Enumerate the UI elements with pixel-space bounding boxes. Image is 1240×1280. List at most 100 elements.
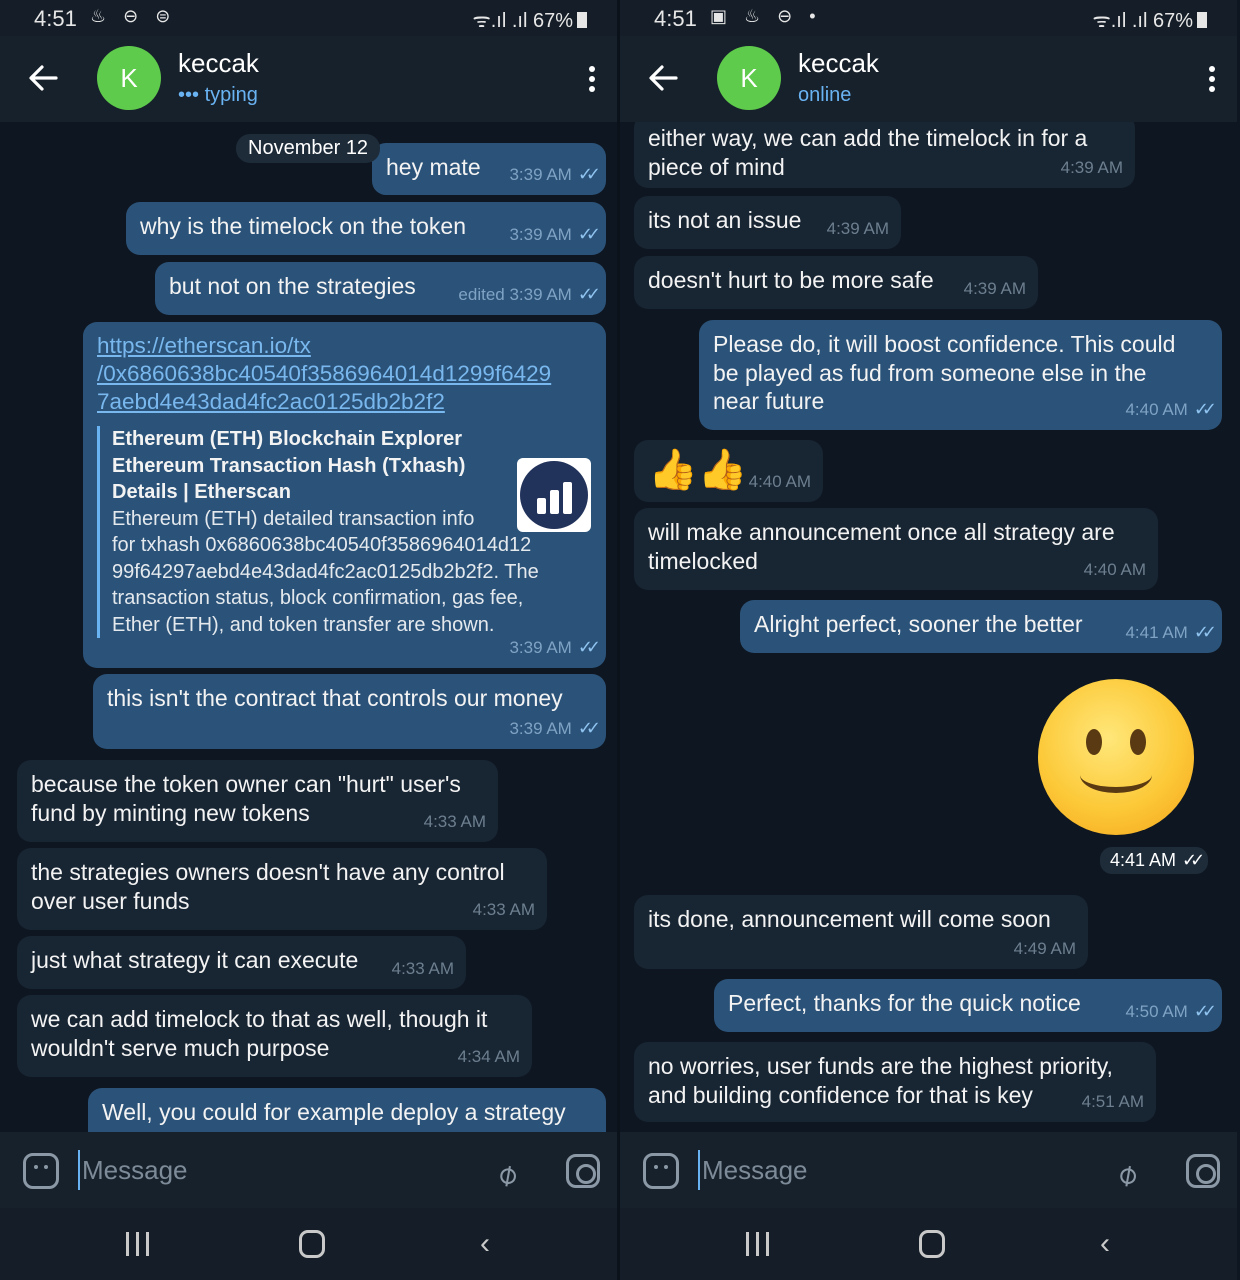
signal-icon: ᯤ.ıl .ıl (472, 10, 528, 32)
message-time: 4:39 AM (1060, 158, 1123, 177)
message-list[interactable]: hey mate 3:39 AM ✓✓ November 12 why is th… (0, 122, 617, 1132)
paperclip-icon[interactable]: ⌀ (1110, 1148, 1156, 1194)
avatar[interactable]: K (97, 46, 161, 110)
message-meta: 4:40 AM ✓✓ (1125, 395, 1217, 424)
arrow-left-icon[interactable] (646, 58, 680, 98)
nav-back-icon[interactable]: ‹ (1100, 1229, 1118, 1259)
message-time: 4:33 AM (391, 959, 454, 978)
double-check-icon: ✓✓ (577, 164, 601, 184)
message-incoming[interactable]: just what strategy it can execute 4:33 A… (17, 936, 466, 989)
smiley-sticker[interactable] (1038, 679, 1194, 835)
message-incoming[interactable]: no worries, user funds are the highest p… (634, 1042, 1156, 1122)
paperclip-icon[interactable]: ⌀ (490, 1148, 536, 1194)
battery-level: 67% (1152, 10, 1193, 32)
message-outgoing[interactable]: Alright perfect, sooner the better 4:41 … (740, 600, 1222, 653)
nav-back-icon[interactable]: ‹ (480, 1229, 498, 1259)
message-incoming[interactable]: its not an issue 4:39 AM (634, 196, 901, 249)
message-time: 4:51 AM (1081, 1092, 1144, 1111)
system-navigation-bar: ‹ (0, 1208, 617, 1280)
battery-icon (577, 12, 587, 28)
recent-apps-icon[interactable] (746, 1232, 772, 1256)
message-incoming[interactable]: either way, we can add the timelock in f… (634, 122, 1135, 188)
notification-icons: ♨ ⊖ ⊜ (90, 6, 177, 26)
signal-battery: ᯤ.ıl .ıl 67% (1092, 6, 1207, 33)
chat-header: K keccak online (620, 36, 1237, 122)
message-text: will make announcement once all strategy… (648, 519, 1115, 574)
double-check-icon: ✓✓ (577, 284, 601, 304)
message-outgoing[interactable]: hey mate 3:39 AM ✓✓ (372, 143, 606, 195)
sticker-smile-icon[interactable] (23, 1153, 59, 1189)
signal-icon: ᯤ.ıl .ıl (1092, 10, 1148, 32)
message-composer: ⌀ (620, 1132, 1237, 1208)
message-input[interactable] (698, 1150, 1078, 1190)
message-meta: 3:39 AM ✓✓ (509, 220, 601, 249)
message-time: 4:41 AM (1110, 850, 1177, 870)
message-time: 4:40 AM (1125, 400, 1188, 419)
message-outgoing[interactable]: Well, you could for example deploy a str… (88, 1088, 606, 1132)
message-outgoing[interactable]: Please do, it will boost confidence. Thi… (699, 320, 1222, 430)
date-separator: November 12 (236, 134, 381, 163)
status-bar: 4:51 ▣ ♨ ⊖ • ᯤ.ıl .ıl 67% (620, 0, 1237, 36)
double-check-icon: ✓✓ (577, 637, 601, 657)
double-check-icon: ✓✓ (1193, 399, 1217, 419)
message-incoming[interactable]: will make announcement once all strategy… (634, 508, 1158, 590)
message-outgoing[interactable]: but not on the strategies edited 3:39 AM… (155, 262, 606, 315)
message-input[interactable] (78, 1150, 458, 1190)
message-incoming-emoji[interactable]: 👍👍 4:40 AM (634, 440, 823, 502)
message-text: this isn't the contract that controls ou… (107, 685, 563, 711)
link-preview[interactable]: Ethereum (ETH) Blockchain Explorer Ether… (97, 426, 591, 638)
message-incoming[interactable]: its done, announcement will come soon 4:… (634, 895, 1088, 969)
etherscan-logo-icon (517, 458, 591, 532)
double-check-icon: ✓✓ (1182, 850, 1205, 870)
double-check-icon: ✓✓ (577, 224, 601, 244)
chat-status: online (798, 84, 852, 106)
sticker-smile-icon[interactable] (643, 1153, 679, 1189)
more-vertical-icon[interactable] (1209, 66, 1215, 92)
camera-icon[interactable] (566, 1154, 600, 1188)
chat-status: ••• typing (178, 84, 258, 106)
chat-header: K keccak ••• typing (0, 36, 617, 122)
message-outgoing-link[interactable]: https://etherscan.io/tx /0x6860638bc4054… (83, 322, 606, 668)
message-time: 4:40 AM (1083, 560, 1146, 579)
message-time: 4:33 AM (472, 900, 535, 919)
message-text: just what strategy it can execute (31, 947, 359, 973)
message-outgoing[interactable]: this isn't the contract that controls ou… (93, 674, 606, 749)
message-incoming[interactable]: we can add timelock to that as well, tho… (17, 995, 532, 1077)
more-vertical-icon[interactable] (589, 66, 595, 92)
message-incoming[interactable]: because the token owner can "hurt" user'… (17, 760, 498, 842)
message-time: 3:39 AM (509, 165, 572, 184)
status-bar: 4:51 ♨ ⊖ ⊜ ᯤ.ıl .ıl 67% (0, 0, 617, 36)
message-text: either way, we can add the timelock in f… (648, 125, 1088, 180)
arrow-left-icon[interactable] (26, 58, 60, 98)
message-text: Well, you could for example deploy a str… (102, 1099, 566, 1125)
right-screenshot: 4:51 ▣ ♨ ⊖ • ᯤ.ıl .ıl 67% K keccak onlin… (620, 0, 1237, 1280)
message-outgoing[interactable]: Perfect, thanks for the quick notice 4:5… (714, 979, 1222, 1032)
message-meta: 3:39 AM ✓✓ (509, 714, 601, 743)
message-time: 4:39 AM (826, 219, 889, 238)
home-icon[interactable] (919, 1230, 945, 1258)
signal-battery: ᯤ.ıl .ıl 67% (472, 6, 587, 33)
recent-apps-icon[interactable] (126, 1232, 152, 1256)
double-check-icon: ✓✓ (577, 718, 601, 738)
home-icon[interactable] (299, 1230, 325, 1258)
status-time: 4:51 (654, 6, 697, 31)
message-list[interactable]: either way, we can add the timelock in f… (620, 122, 1237, 1132)
message-incoming[interactable]: doesn't hurt to be more safe 4:39 AM (634, 256, 1038, 309)
message-composer: ⌀ (0, 1132, 617, 1208)
message-meta: edited 3:39 AM ✓✓ (458, 280, 601, 309)
left-screenshot: 4:51 ♨ ⊖ ⊜ ᯤ.ıl .ıl 67% K keccak ••• typ… (0, 0, 617, 1280)
message-text: no worries, user funds are the highest p… (648, 1053, 1113, 1108)
chat-title[interactable]: keccak (178, 48, 259, 79)
message-outgoing[interactable]: why is the timelock on the token 3:39 AM… (126, 202, 606, 255)
notification-icons: ▣ ♨ ⊖ • (710, 6, 822, 26)
avatar[interactable]: K (717, 46, 781, 110)
message-incoming[interactable]: the strategies owners doesn't have any c… (17, 848, 547, 930)
double-check-icon: ✓✓ (1193, 622, 1217, 642)
message-link[interactable]: https://etherscan.io/tx /0x6860638bc4054… (97, 332, 592, 416)
camera-icon[interactable] (1186, 1154, 1220, 1188)
message-text: the strategies owners doesn't have any c… (31, 859, 505, 914)
message-time: 4:50 AM (1125, 1002, 1188, 1021)
message-meta: 4:50 AM ✓✓ (1125, 997, 1217, 1026)
message-time: 4:39 AM (963, 279, 1026, 298)
chat-title[interactable]: keccak (798, 48, 879, 79)
